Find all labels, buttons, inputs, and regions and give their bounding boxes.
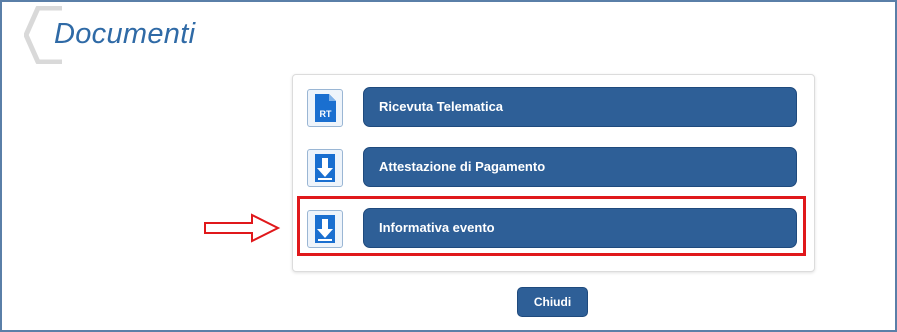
pointer-arrow-icon <box>204 213 281 243</box>
rt-icon-text: RT <box>320 109 332 119</box>
document-row-ricevuta: RT Ricevuta Telematica <box>307 87 807 127</box>
title-area: Documenti <box>24 6 244 66</box>
ricevuta-telematica-button[interactable]: Ricevuta Telematica <box>363 87 797 127</box>
highlight-box <box>297 196 806 256</box>
close-button[interactable]: Chiudi <box>517 287 588 317</box>
attestazione-pagamento-button[interactable]: Attestazione di Pagamento <box>363 147 797 187</box>
document-row-attestazione: Attestazione di Pagamento <box>307 147 807 187</box>
rt-document-icon[interactable]: RT <box>307 89 343 127</box>
download-icon[interactable] <box>307 149 343 187</box>
dialog-frame: Documenti RT Ricevuta Telematica Attesta… <box>0 0 897 332</box>
page-title: Documenti <box>54 18 196 50</box>
